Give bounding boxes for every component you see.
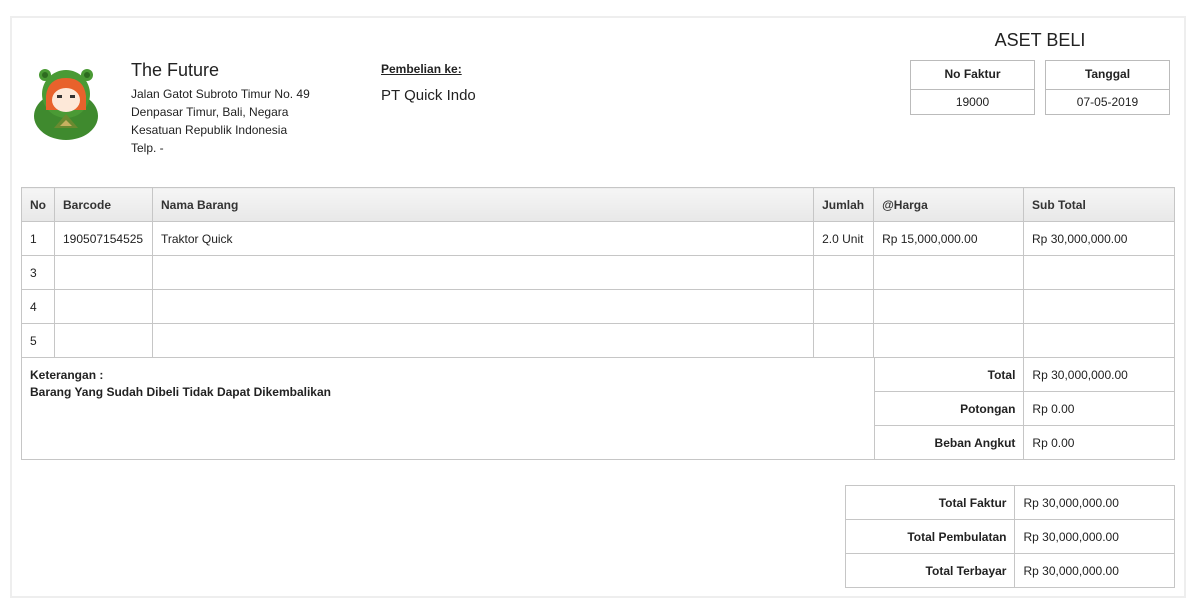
cell-barcode [54, 255, 153, 290]
cell-price [873, 289, 1025, 324]
cell-quantity: 2.0 Unit [813, 221, 875, 256]
cell-price [873, 323, 1025, 358]
cell-no: 3 [21, 255, 55, 290]
totals-row-invoice: Total Faktur Rp 30,000,000.00 [844, 485, 1175, 520]
table-row: 4 [21, 289, 1175, 324]
column-header-barcode: Barcode [54, 187, 153, 222]
document-title: ASET BELI [994, 30, 1086, 50]
cell-subtotal: Rp 30,000,000.00 [1023, 221, 1175, 256]
totals-value: Rp 30,000,000.00 [1014, 553, 1175, 588]
cell-item-name [151, 323, 815, 358]
column-header-subtotal: Sub Total [1023, 187, 1175, 222]
summary-label: Beban Angkut [873, 425, 1025, 460]
totals-value: Rp 30,000,000.00 [1014, 519, 1175, 554]
totals-row-rounding: Total Pembulatan Rp 30,000,000.00 [844, 519, 1175, 554]
company-name: The Future [131, 60, 220, 80]
cell-barcode [54, 289, 153, 324]
summary-value: Rp 0.00 [1023, 425, 1175, 460]
summary-label: Total [873, 357, 1025, 392]
date-box: Tanggal 07-05-2019 [1045, 60, 1170, 115]
items-table: No Barcode Nama Barang Jumlah @Harga Sub… [21, 187, 1175, 358]
company-phone: Telp. - [131, 141, 164, 155]
cell-price [873, 255, 1025, 290]
cell-item-name [151, 289, 815, 324]
notes-label: Keterangan : [30, 368, 104, 382]
summary-value: Rp 30,000,000.00 [1023, 357, 1175, 392]
cell-item-name: Traktor Quick [151, 221, 815, 256]
invoice-number-value: 19000 [955, 95, 990, 109]
cell-barcode [54, 323, 153, 358]
cell-quantity [813, 255, 875, 290]
company-address-line: Jalan Gatot Subroto Timur No. 49 [131, 87, 310, 101]
invoice-number-box: No Faktur 19000 [910, 60, 1035, 115]
recipient-label: Pembelian ke: [381, 62, 462, 76]
column-header-price: @Harga [873, 187, 1025, 222]
column-header-item-name: Nama Barang [151, 187, 815, 222]
cell-no: 1 [21, 221, 55, 256]
cell-subtotal [1023, 255, 1175, 290]
cell-quantity [813, 289, 875, 324]
cell-no: 5 [21, 323, 55, 358]
notes-box: Keterangan : Barang Yang Sudah Dibeli Ti… [21, 357, 875, 460]
summary-row-discount: Potongan Rp 0.00 [873, 391, 1175, 426]
totals-label: Total Terbayar [844, 553, 1016, 588]
summary-label: Potongan [873, 391, 1025, 426]
table-header-row: No Barcode Nama Barang Jumlah @Harga Sub… [21, 187, 1175, 222]
table-row: 3 [21, 255, 1175, 290]
table-row: 1 190507154525 Traktor Quick 2.0 Unit Rp… [21, 221, 1175, 256]
table-row: 5 [21, 323, 1175, 358]
invoice-number-label: No Faktur [911, 61, 1034, 90]
totals-row-paid: Total Terbayar Rp 30,000,000.00 [844, 553, 1175, 588]
column-header-no: No [21, 187, 55, 222]
cell-item-name [151, 255, 815, 290]
totals-label: Total Faktur [844, 485, 1016, 520]
summary-row-total: Total Rp 30,000,000.00 [873, 357, 1175, 392]
company-logo [34, 69, 98, 140]
summary-table: Total Rp 30,000,000.00 Potongan Rp 0.00 … [873, 357, 1175, 460]
cell-price: Rp 15,000,000.00 [873, 221, 1025, 256]
cell-subtotal [1023, 323, 1175, 358]
summary-row-shipping: Beban Angkut Rp 0.00 [873, 425, 1175, 460]
cell-barcode: 190507154525 [54, 221, 153, 256]
cell-no: 4 [21, 289, 55, 324]
date-value: 07-05-2019 [1076, 95, 1139, 109]
totals-table: Total Faktur Rp 30,000,000.00 Total Pemb… [844, 485, 1175, 588]
column-header-quantity: Jumlah [813, 187, 875, 222]
date-label: Tanggal [1046, 61, 1169, 90]
totals-label: Total Pembulatan [844, 519, 1016, 554]
summary-value: Rp 0.00 [1023, 391, 1175, 426]
recipient-name: PT Quick Indo [381, 87, 476, 104]
notes-text: Barang Yang Sudah Dibeli Tidak Dapat Dik… [30, 385, 331, 399]
cell-quantity [813, 323, 875, 358]
totals-value: Rp 30,000,000.00 [1014, 485, 1175, 520]
company-address-line: Denpasar Timur, Bali, Negara [131, 105, 289, 119]
cell-subtotal [1023, 289, 1175, 324]
company-address-line: Kesatuan Republik Indonesia [131, 123, 288, 137]
